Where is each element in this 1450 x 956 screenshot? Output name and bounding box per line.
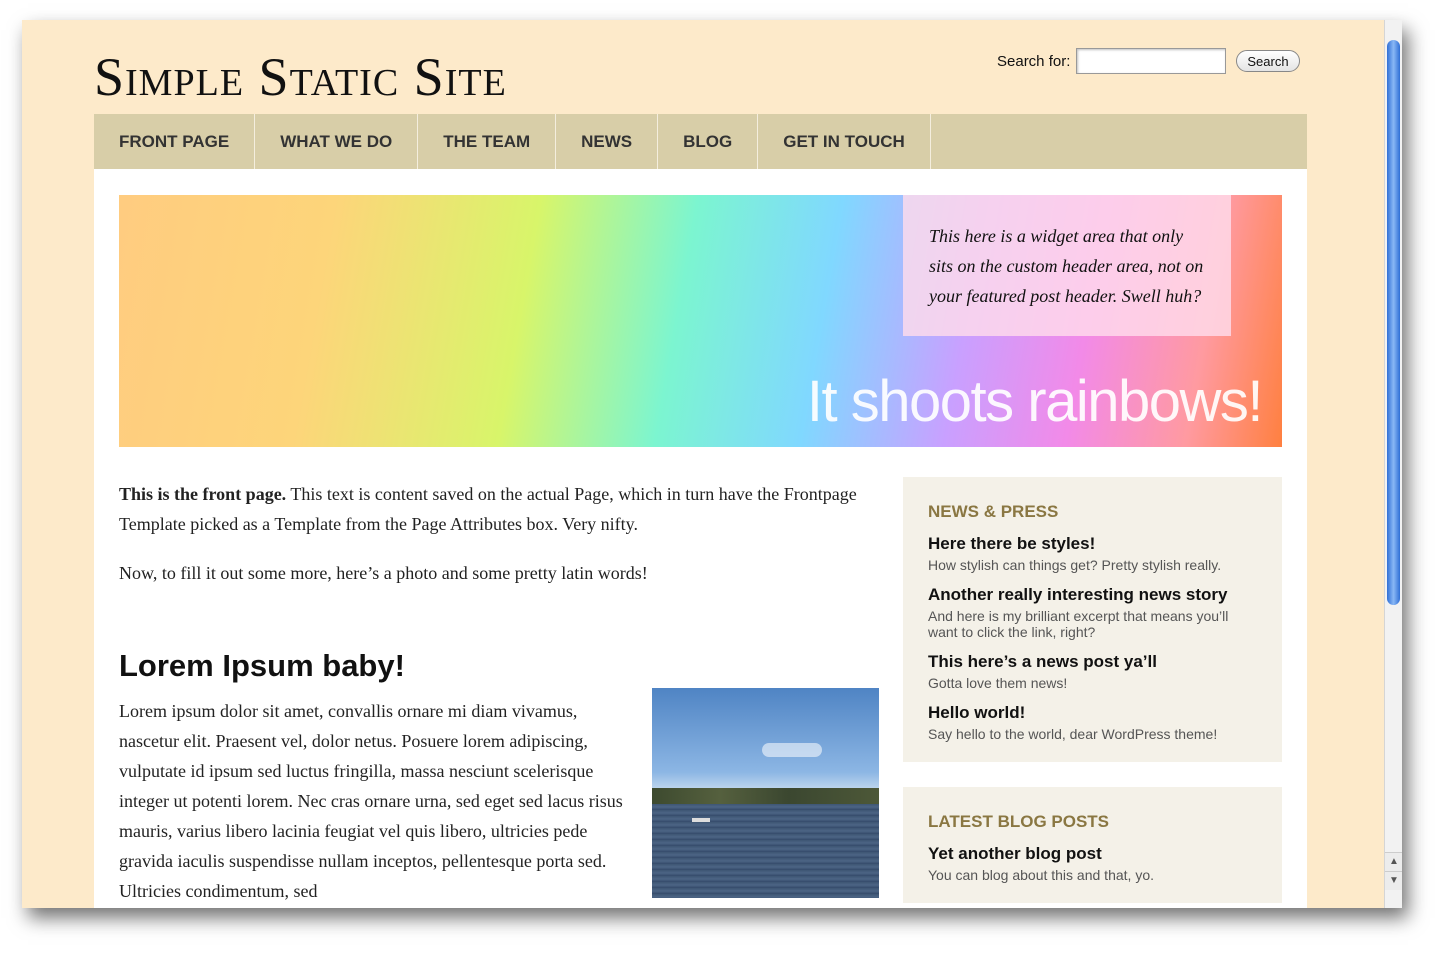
arrow-up-icon[interactable]: ▲ [1385,852,1402,871]
nav-item-blog[interactable]: BLOG [658,114,759,169]
content-area: This here is a widget area that only sit… [94,169,1307,908]
news-item-title[interactable]: Here there be styles! [928,533,1257,555]
main-content: This is the front page. This text is con… [119,479,879,908]
vertical-scrollbar[interactable]: ▲ ▼ [1384,20,1402,908]
latest-blog-posts-title: LATEST BLOG POSTS [928,812,1110,831]
photo-water [652,804,879,898]
nav-item-the-team[interactable]: THE TEAM [418,114,557,169]
news-item-excerpt: How stylish can things get? Pretty styli… [928,557,1222,573]
scrollbar-thumb[interactable] [1387,40,1400,605]
photo-boat [692,818,710,822]
second-paragraph: Now, to fill it out some more, here’s a … [119,563,648,583]
search-label: Search for: [997,52,1071,70]
search-button[interactable]: Search [1236,50,1300,72]
news-press-title: NEWS & PRESS [928,502,1059,521]
header-tagline: It shoots rainbows! [806,369,1264,434]
intro-bold: This is the front page. [119,484,287,504]
news-item: Here there be styles! How stylish can th… [928,533,1257,573]
latest-blog-posts-widget: LATEST BLOG POSTS Yet another blog post … [903,787,1282,903]
nav-item-what-we-do[interactable]: WHAT WE DO [255,114,419,169]
news-item: Hello world! Say hello to the world, dea… [928,702,1257,742]
intro-paragraph: This is the front page. This text is con… [119,479,879,539]
news-item-excerpt: Gotta love them news! [928,675,1068,691]
news-press-widget: NEWS & PRESS Here there be styles! How s… [903,477,1282,762]
main-navigation: FRONT PAGE WHAT WE DO THE TEAM NEWS BLOG… [94,114,1307,169]
lorem-heading: Lorem Ipsum baby! [119,648,405,683]
news-item-title[interactable]: Hello world! [928,702,1257,724]
site-title[interactable]: Simple Static Site [94,50,507,104]
rainbow-header-image: This here is a widget area that only sit… [119,195,1282,447]
lake-photo [652,688,879,898]
photo-cloud [762,743,822,757]
search-form: Search for: Search [997,48,1300,74]
nav-item-news[interactable]: NEWS [556,114,659,169]
news-item: Another really interesting news story An… [928,584,1257,640]
lorem-section: Lorem ipsum dolor sit amet, convallis or… [119,688,879,906]
browser-window: Simple Static Site Search for: Search FR… [22,20,1402,908]
header-widget: This here is a widget area that only sit… [903,195,1231,336]
news-item-title[interactable]: This here’s a news post ya’ll [928,651,1257,673]
search-input[interactable] [1076,48,1227,74]
arrow-down-icon[interactable]: ▼ [1385,871,1402,890]
blog-item-excerpt: You can blog about this and that, yo. [928,867,1154,883]
news-item-excerpt: Say hello to the world, dear WordPress t… [928,726,1218,742]
news-item-title[interactable]: Another really interesting news story [928,584,1257,606]
nav-item-front-page[interactable]: FRONT PAGE [94,114,256,169]
news-item: This here’s a news post ya’ll Gotta love… [928,651,1257,691]
page-viewport: Simple Static Site Search for: Search FR… [22,20,1384,908]
blog-item: Yet another blog post You can blog about… [928,843,1257,883]
sidebar: NEWS & PRESS Here there be styles! How s… [903,477,1282,908]
news-item-excerpt: And here is my brilliant excerpt that me… [928,608,1229,640]
nav-item-get-in-touch[interactable]: GET IN TOUCH [758,114,931,169]
blog-item-title[interactable]: Yet another blog post [928,843,1257,865]
